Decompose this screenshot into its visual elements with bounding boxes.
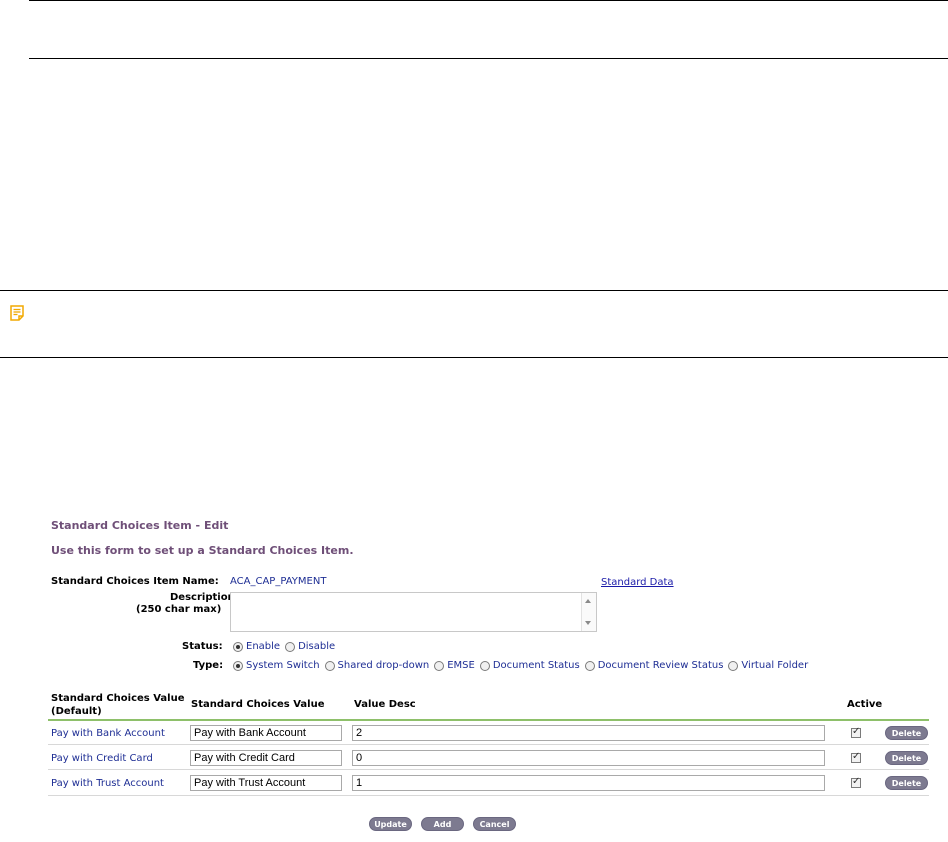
type-option-label: Document Review Status [597, 660, 724, 671]
row-desc-input[interactable]: 2 [352, 725, 825, 741]
type-option-label: Shared drop-down [337, 660, 430, 671]
header-default-line2: (Default) [51, 706, 102, 717]
radio-shared-dropdown[interactable] [324, 660, 335, 671]
status-disable-label: Disable [298, 641, 336, 652]
cancel-button[interactable]: Cancel [473, 817, 516, 831]
status-disable-option[interactable]: Disable [285, 641, 335, 652]
row-delete-button[interactable]: Delete [885, 776, 928, 790]
status-label: Status: [182, 641, 223, 652]
form-title: Standard Choices Item - Edit [51, 519, 229, 532]
radio-enable[interactable] [233, 641, 243, 652]
row-divider [48, 744, 929, 745]
radio-emse[interactable] [434, 660, 445, 671]
header-active: Active [847, 699, 883, 710]
type-shared-dropdown-option[interactable]: Shared drop-down [324, 660, 430, 671]
update-button[interactable]: Update [369, 817, 412, 831]
standard-data-link[interactable]: Standard Data [601, 577, 674, 588]
radio-document-status[interactable] [479, 660, 490, 671]
header-default-value: Standard Choices Value (Default) [51, 692, 185, 718]
status-radio-group: Enable Disable [233, 641, 340, 652]
header-value-desc: Value Desc [354, 699, 416, 710]
type-radio-group: System Switch Shared drop-down EMSE Docu… [233, 660, 813, 671]
description-textarea[interactable] [230, 592, 597, 632]
radio-document-review-status[interactable] [584, 660, 595, 671]
standard-choices-form: Standard Choices Item - Edit Use this fo… [0, 0, 948, 842]
type-label: Type: [193, 660, 224, 671]
row-divider [48, 769, 929, 770]
type-option-label: System Switch [246, 660, 320, 671]
type-virtual-folder-option[interactable]: Virtual Folder [728, 660, 808, 671]
description-label: Description: [170, 592, 239, 603]
scroll-down-icon[interactable] [585, 621, 591, 625]
row-divider [48, 795, 929, 796]
row-desc-input[interactable]: 1 [352, 775, 825, 791]
row-default-value: Pay with Credit Card [51, 753, 153, 764]
row-desc-input[interactable]: 0 [352, 750, 825, 766]
item-name-label: Standard Choices Item Name: [51, 576, 219, 587]
radio-disable[interactable] [285, 641, 296, 652]
row-default-value: Pay with Trust Account [51, 778, 164, 789]
type-option-label: Virtual Folder [741, 660, 809, 671]
type-emse-option[interactable]: EMSE [434, 660, 475, 671]
row-value-input[interactable]: Pay with Trust Account [190, 775, 342, 791]
row-value-input[interactable]: Pay with Bank Account [190, 725, 342, 741]
header-default-line1: Standard Choices Value [51, 693, 185, 704]
scroll-up-icon[interactable] [585, 599, 591, 603]
row-active-checkbox[interactable] [851, 776, 861, 788]
row-active-checkbox[interactable] [851, 751, 861, 763]
description-scrollbar[interactable] [581, 593, 596, 631]
type-system-switch-option[interactable]: System Switch [233, 660, 320, 671]
type-option-label: Document Status [492, 660, 580, 671]
type-document-status-option[interactable]: Document Status [479, 660, 580, 671]
row-value-input[interactable]: Pay with Credit Card [190, 750, 342, 766]
status-enable-label: Enable [246, 641, 281, 652]
type-option-label: EMSE [447, 660, 475, 671]
table-header-rule [48, 719, 929, 721]
row-active-checkbox[interactable] [851, 726, 861, 738]
add-button[interactable]: Add [421, 817, 464, 831]
item-name-value: ACA_CAP_PAYMENT [230, 576, 327, 587]
form-subtitle: Use this form to set up a Standard Choic… [51, 544, 354, 557]
header-value: Standard Choices Value [191, 699, 325, 710]
row-delete-button[interactable]: Delete [885, 751, 928, 765]
row-delete-button[interactable]: Delete [885, 726, 928, 740]
radio-virtual-folder[interactable] [728, 660, 739, 671]
type-document-review-status-option[interactable]: Document Review Status [584, 660, 724, 671]
row-default-value: Pay with Bank Account [51, 728, 165, 739]
radio-system-switch[interactable] [233, 660, 243, 671]
description-hint: (250 char max) [136, 604, 222, 615]
status-enable-option[interactable]: Enable [233, 641, 280, 652]
